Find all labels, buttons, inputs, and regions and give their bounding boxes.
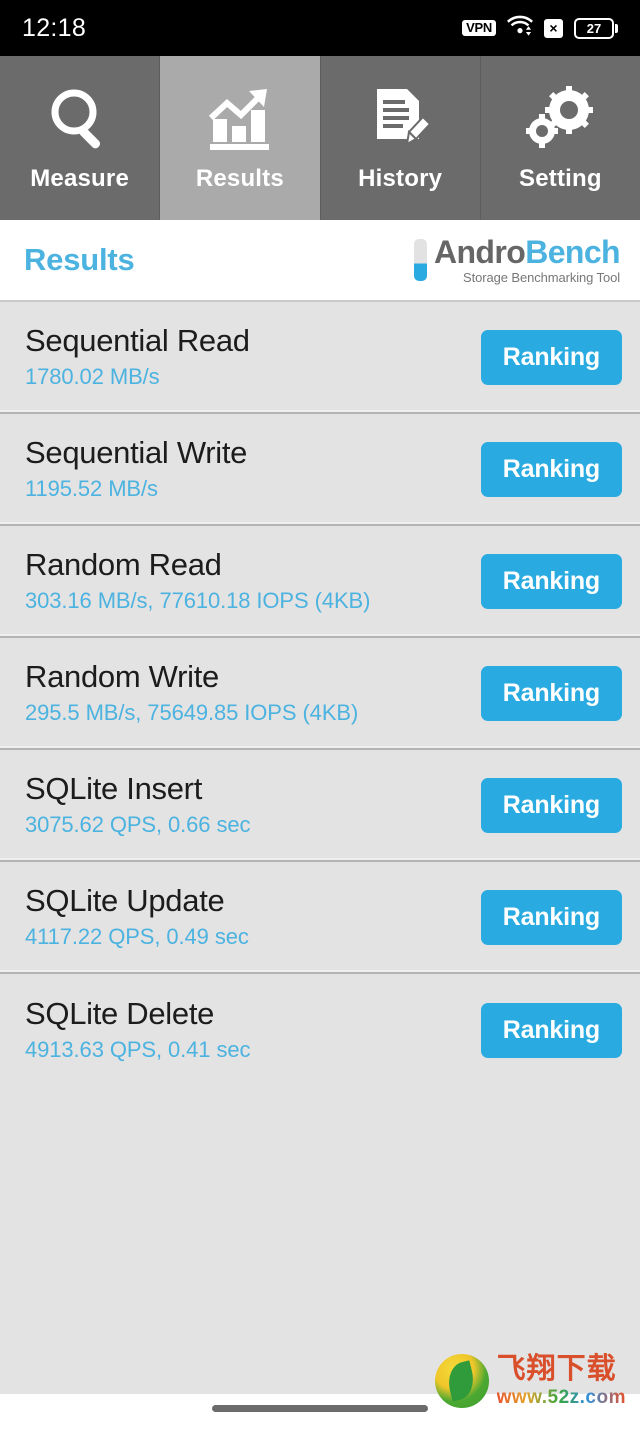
battery-icon: 27: [574, 17, 618, 39]
tab-label: History: [358, 165, 443, 192]
result-name: Sequential Write: [25, 435, 248, 471]
tab-setting[interactable]: Setting: [480, 56, 640, 220]
page-header: Results AndroBench Storage Benchmarking …: [0, 220, 640, 302]
tab-label: Setting: [519, 165, 602, 192]
result-name: Random Write: [25, 659, 219, 695]
ranking-button[interactable]: Ranking: [480, 889, 622, 945]
result-value: 1780.02 MB/s: [25, 363, 160, 389]
result-value: 303.16 MB/s, 77610.18 IOPS (4KB): [25, 587, 371, 613]
status-bar: 12:18 VPN × 27: [0, 0, 640, 56]
bar-chart-icon: [205, 83, 275, 155]
ranking-button[interactable]: Ranking: [480, 553, 622, 609]
results-list: Sequential Read 1780.02 MB/s Ranking Seq…: [0, 302, 640, 1394]
result-row-random-write: Random Write 295.5 MB/s, 75649.85 IOPS (…: [0, 638, 640, 750]
logo-bar-icon: [413, 239, 427, 281]
tab-measure[interactable]: Measure: [0, 56, 161, 220]
result-name: Sequential Read: [25, 323, 250, 359]
result-name: SQLite Insert: [25, 771, 203, 807]
ranking-button[interactable]: Ranking: [480, 777, 622, 833]
logo-text-andro: Andro: [433, 234, 526, 270]
gears-icon: [525, 83, 595, 155]
ranking-button[interactable]: Ranking: [480, 665, 622, 721]
close-icon: ×: [544, 18, 563, 38]
wifi-icon: [507, 15, 533, 41]
result-row-sqlite-insert: SQLite Insert 3075.62 QPS, 0.66 sec Rank…: [0, 750, 640, 862]
magnifier-icon: [47, 83, 113, 155]
result-value: 4117.22 QPS, 0.49 sec: [25, 923, 249, 949]
result-row-sequential-read: Sequential Read 1780.02 MB/s Ranking: [0, 302, 640, 414]
result-row-random-read: Random Read 303.16 MB/s, 77610.18 IOPS (…: [0, 526, 640, 638]
result-name: Random Read: [25, 547, 222, 583]
tab-label: Results: [195, 165, 284, 192]
page-title: Results: [24, 242, 135, 277]
result-name: SQLite Delete: [25, 996, 215, 1032]
result-value: 4913.63 QPS, 0.41 sec: [25, 1036, 251, 1062]
ranking-button[interactable]: Ranking: [480, 441, 622, 497]
gesture-home-pill[interactable]: [212, 1404, 428, 1412]
tab-history[interactable]: History: [320, 56, 481, 220]
result-row-sequential-write: Sequential Write 1195.52 MB/s Ranking: [0, 414, 640, 526]
watermark-brand: 飞翔下载: [496, 1353, 617, 1385]
androbench-logo: AndroBench Storage Benchmarking Tool: [413, 234, 621, 285]
tab-results[interactable]: Results: [160, 56, 321, 220]
logo-text-bench: Bench: [525, 234, 620, 270]
result-value: 295.5 MB/s, 75649.85 IOPS (4KB): [25, 699, 359, 725]
tab-bar: Measure Results History Setting: [0, 56, 640, 220]
document-pencil-icon: [367, 83, 433, 155]
ranking-button[interactable]: Ranking: [480, 1002, 622, 1058]
vpn-icon: VPN: [462, 20, 496, 36]
gesture-nav-bar: [0, 1386, 640, 1430]
result-row-sqlite-delete: SQLite Delete 4913.63 QPS, 0.41 sec Rank…: [0, 974, 640, 1086]
tab-label: Measure: [30, 165, 130, 192]
battery-level-text: 27: [586, 20, 602, 36]
result-row-sqlite-update: SQLite Update 4117.22 QPS, 0.49 sec Rank…: [0, 862, 640, 974]
status-clock: 12:18: [22, 13, 87, 42]
result-name: SQLite Update: [25, 883, 225, 919]
logo-tagline: Storage Benchmarking Tool: [463, 270, 620, 285]
ranking-button[interactable]: Ranking: [480, 329, 622, 385]
result-value: 1195.52 MB/s: [25, 475, 158, 501]
status-icons: VPN × 27: [462, 15, 618, 41]
result-value: 3075.62 QPS, 0.66 sec: [25, 811, 251, 837]
